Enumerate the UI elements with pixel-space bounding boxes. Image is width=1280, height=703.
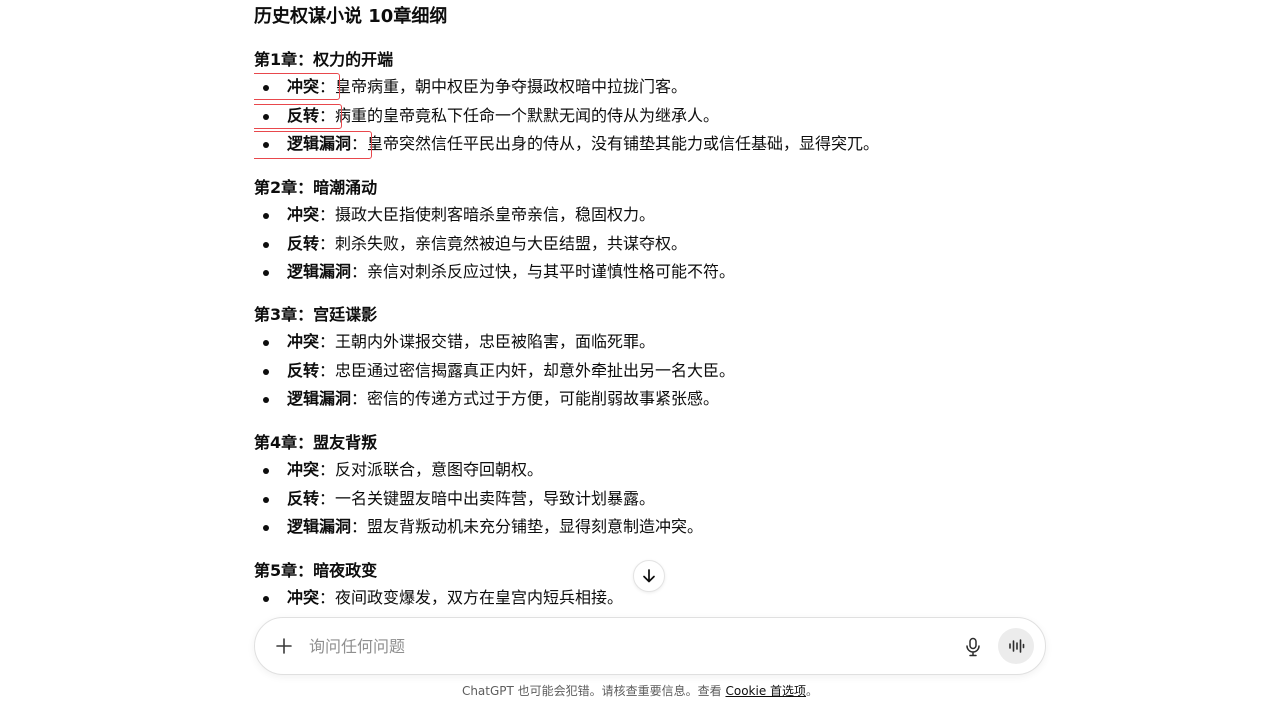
list-item: 逻辑漏洞：密信的传递方式过于方便，可能削弱故事紧张感。 [254, 385, 1034, 414]
bullet-dot [263, 340, 269, 346]
bullet-text: 反对派联合，意图夺回朝权。 [335, 460, 544, 479]
bullet-dot [263, 596, 269, 602]
voice-waveform-icon [1009, 639, 1025, 653]
bullet-key: 冲突：反对派联合，意图夺回朝权。 [287, 460, 544, 479]
bullet-key: 冲突：皇帝病重，朝中权臣为争夺摄政权暗中拉拢门客。 [287, 77, 688, 96]
prompt-input[interactable] [309, 633, 909, 659]
bullet-text: 亲信对刺杀反应过快，与其平时谨慎性格可能不符。 [367, 262, 736, 282]
bullet-text: 刺杀失败，亲信竟然被迫与大臣结盟，共谋夺权。 [335, 233, 688, 253]
chapter-title: 第2章：暗潮涌动 [254, 178, 378, 197]
list-item: 反转：忠臣通过密信揭露真正内奸，却意外牵扯出另一名大臣。 [254, 357, 1034, 386]
list-item: 冲突：皇帝病重，朝中权臣为争夺摄政权暗中拉拢门客。 [254, 73, 1034, 102]
bullet-list: 冲突：皇帝病重，朝中权臣为争夺摄政权暗中拉拢门客。 反转：病重的皇帝竟私下任命一… [254, 73, 1034, 159]
dictate-button[interactable] [961, 634, 985, 660]
bullet-key: 反转：一名关键盟友暗中出卖阵营，导致计划暴露。 [287, 488, 656, 508]
list-item: 冲突：王朝内外谍报交错，忠臣被陷害，面临死罪。 [254, 328, 1034, 357]
chapter-section: 第2章：暗潮涌动 冲突：摄政大臣指使刺客暗杀皇帝亲信，稳固权力。 反转：刺杀失败… [254, 174, 1034, 287]
bullet-text: 皇帝病重，朝中权臣为争夺摄政权暗中拉拢门客。 [335, 77, 688, 96]
bullet-dot [263, 113, 269, 120]
bullet-dot [263, 213, 269, 219]
chapter-section: 第4章：盟友背叛 冲突：反对派联合，意图夺回朝权。 反转：一名关键盟友暗中出卖阵… [254, 429, 1034, 542]
bullet-text: 摄政大臣指使刺客暗杀皇帝亲信，稳固权力。 [335, 205, 656, 224]
bullet-list: 冲突：摄政大臣指使刺客暗杀皇帝亲信，稳固权力。 反转：刺杀失败，亲信竟然被迫与大… [254, 201, 1034, 287]
chat-viewport: 历史权谋小说 10章细纲 第1章：权力的开端 冲突：皇帝病重，朝中权臣为争夺摄政… [0, 0, 1280, 703]
chapter-section: 第1章：权力的开端 冲突：皇帝病重，朝中权臣为争夺摄政权暗中拉拢门客。 反转：病… [254, 46, 1034, 159]
bullet-dot [263, 368, 269, 375]
bullet-key: 冲突：摄政大臣指使刺客暗杀皇帝亲信，稳固权力。 [287, 205, 656, 224]
bullet-text: 王朝内外谍报交错，忠臣被陷害，面临死罪。 [335, 332, 656, 351]
list-item: 冲突：反对派联合，意图夺回朝权。 [254, 456, 1034, 485]
scroll-to-bottom-button[interactable] [633, 560, 665, 592]
bullet-text: 一名关键盟友暗中出卖阵营，导致计划暴露。 [335, 488, 656, 508]
bullet-key: 逻辑漏洞：亲信对刺杀反应过快，与其平时谨慎性格可能不符。 [287, 262, 736, 282]
assistant-message: 历史权谋小说 10章细纲 第1章：权力的开端 冲突：皇帝病重，朝中权臣为争夺摄政… [254, 0, 1034, 616]
list-item: 反转：一名关键盟友暗中出卖阵营，导致计划暴露。 [254, 485, 1034, 514]
bullet-dot [263, 270, 269, 277]
bullet-key: 冲突：夜间政变爆发，双方在皇宫内短兵相接。 [287, 588, 624, 607]
list-item: 逻辑漏洞：盟友背叛动机未充分铺垫，显得刻意制造冲突。 [254, 513, 1034, 542]
bullet-text: 夜间政变爆发，双方在皇宫内短兵相接。 [335, 588, 624, 607]
cookie-preferences-link[interactable]: Cookie 首选项 [725, 684, 806, 698]
attach-button[interactable] [271, 633, 297, 659]
bullet-key: 反转：忠臣通过密信揭露真正内奸，却意外牵扯出另一名大臣。 [287, 360, 736, 380]
bullet-list: 冲突：王朝内外谍报交错，忠臣被陷害，面临死罪。 反转：忠臣通过密信揭露真正内奸，… [254, 328, 1034, 414]
bullet-text: 皇帝突然信任平民出身的侍从，没有铺垫其能力或信任基础，显得突兀。 [367, 134, 880, 154]
list-item: 冲突：摄政大臣指使刺客暗杀皇帝亲信，稳固权力。 [254, 201, 1034, 230]
list-item: 逻辑漏洞：亲信对刺杀反应过快，与其平时谨慎性格可能不符。 [254, 258, 1034, 287]
bullet-text: 盟友背叛动机未充分铺垫，显得刻意制造冲突。 [367, 517, 704, 537]
bullet-dot [263, 397, 269, 404]
bullet-dot [263, 496, 269, 503]
chapter-title: 第1章：权力的开端 [254, 50, 394, 69]
bullet-dot [263, 525, 269, 532]
list-item: 逻辑漏洞：皇帝突然信任平民出身的侍从，没有铺垫其能力或信任基础，显得突兀。 [254, 130, 1034, 159]
bullet-dot [263, 85, 269, 91]
disclaimer-footer: ChatGPT 也可能会犯错。请核查重要信息。查看 Cookie 首选项。 [461, 684, 819, 698]
bullet-key: 逻辑漏洞：密信的传递方式过于方便，可能削弱故事紧张感。 [287, 389, 720, 409]
bullet-key: 反转：刺杀失败，亲信竟然被迫与大臣结盟，共谋夺权。 [287, 233, 688, 253]
bullet-list: 冲突：反对派联合，意图夺回朝权。 反转：一名关键盟友暗中出卖阵营，导致计划暴露。… [254, 456, 1034, 542]
arrow-down-icon [643, 569, 655, 583]
bullet-key: 冲突：王朝内外谍报交错，忠臣被陷害，面临死罪。 [287, 332, 656, 351]
message-composer [254, 617, 1046, 675]
chapter-section: 第3章：宫廷谍影 冲突：王朝内外谍报交错，忠臣被陷害，面临死罪。 反转：忠臣通过… [254, 301, 1034, 414]
chapter-title: 第3章：宫廷谍影 [254, 305, 378, 324]
bullet-key: 逻辑漏洞：盟友背叛动机未充分铺垫，显得刻意制造冲突。 [287, 517, 704, 537]
bullet-text: 忠臣通过密信揭露真正内奸，却意外牵扯出另一名大臣。 [335, 360, 736, 380]
document-title: 历史权谋小说 10章细纲 [254, 6, 448, 27]
voice-mode-button[interactable] [998, 628, 1034, 664]
chapter-title: 第4章：盟友背叛 [254, 433, 378, 452]
bullet-text: 密信的传递方式过于方便，可能削弱故事紧张感。 [367, 389, 720, 409]
microphone-icon [966, 637, 980, 657]
bullet-text: 病重的皇帝竟私下任命一个默默无闻的侍从为继承人。 [335, 105, 720, 125]
bullet-key: 逻辑漏洞：皇帝突然信任平民出身的侍从，没有铺垫其能力或信任基础，显得突兀。 [287, 134, 880, 154]
bullet-dot [263, 142, 269, 149]
plus-icon [276, 638, 292, 654]
list-item: 反转：病重的皇帝竟私下任命一个默默无闻的侍从为继承人。 [254, 102, 1034, 131]
bullet-key: 反转：病重的皇帝竟私下任命一个默默无闻的侍从为继承人。 [287, 105, 720, 125]
bullet-dot [263, 241, 269, 248]
bullet-dot [263, 468, 269, 474]
list-item: 反转：刺杀失败，亲信竟然被迫与大臣结盟，共谋夺权。 [254, 230, 1034, 259]
